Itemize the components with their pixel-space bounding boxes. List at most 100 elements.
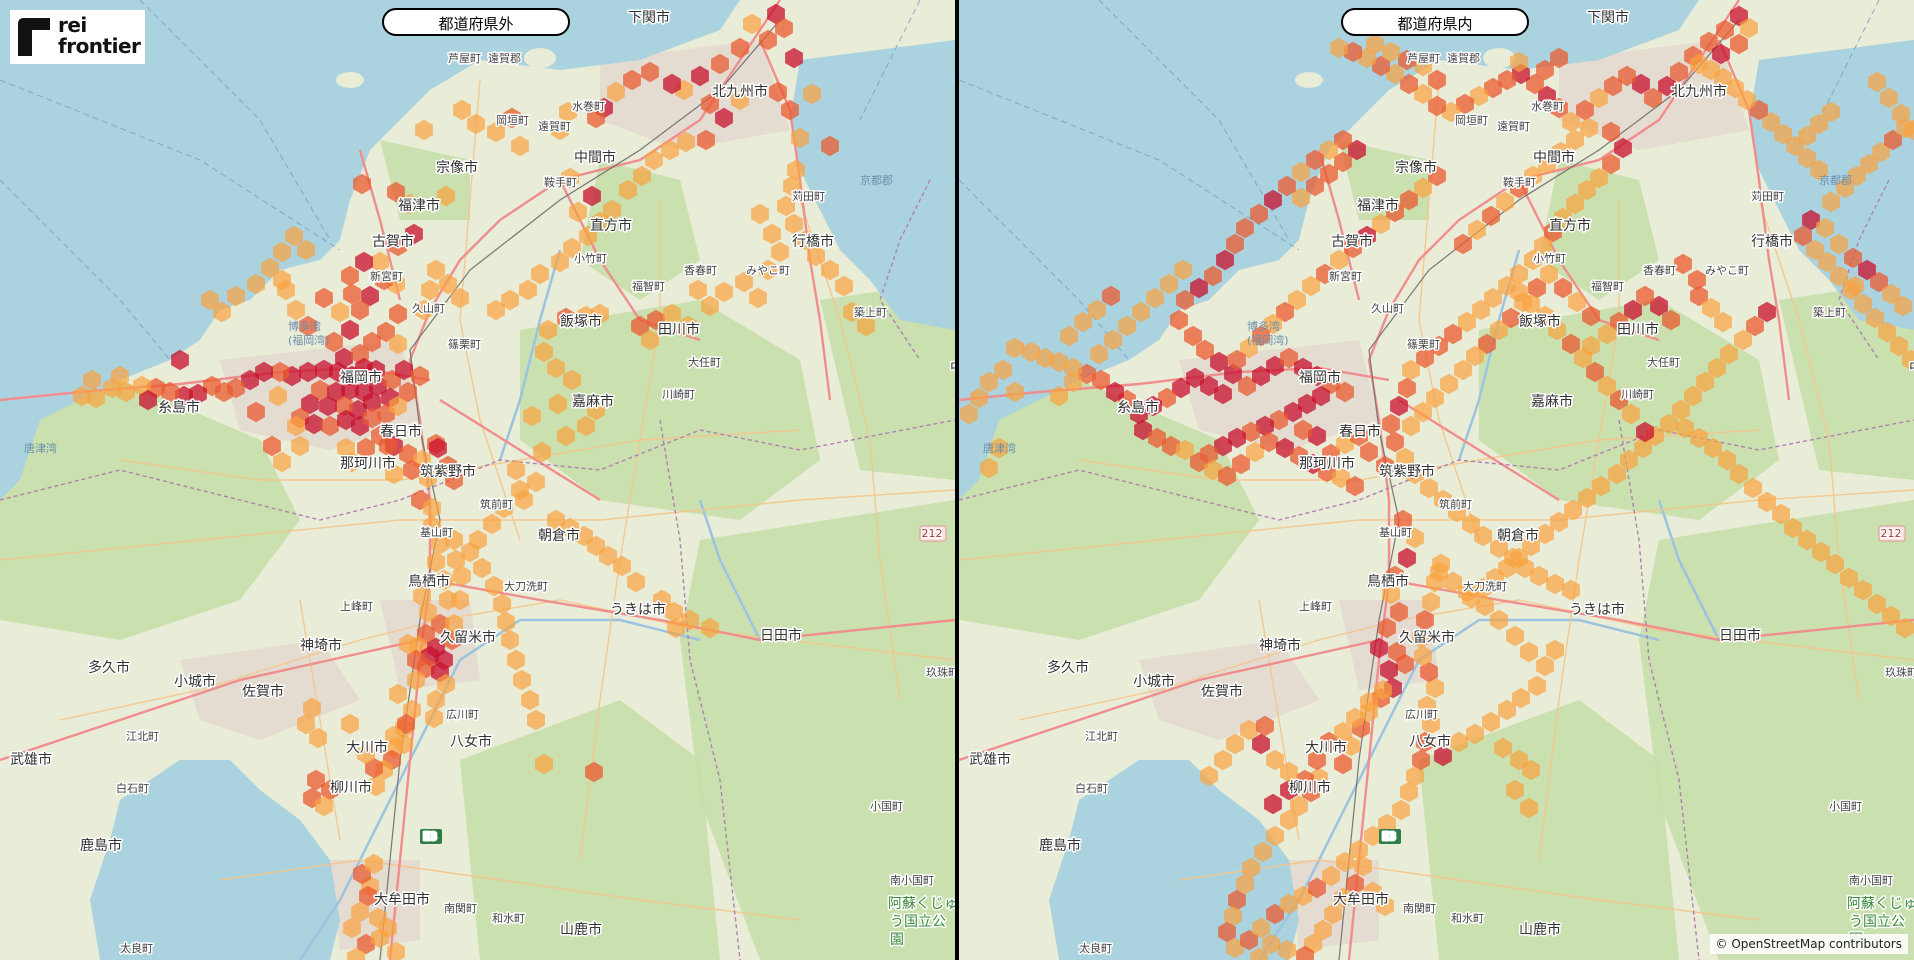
place-label: 南関町	[1403, 902, 1436, 915]
place-label: 岡垣町	[496, 114, 529, 127]
place-label: 水巻町	[1531, 100, 1564, 113]
map-canvas[interactable]: 下関市芦屋町 遠賀郡水巻町 北九州市岡垣町 遠賀町宗像市 中間市京都郡 鞍手町苅田町福津市…	[959, 0, 1914, 960]
place-label: 大任町	[1647, 355, 1680, 369]
place-label: 佐賀市	[242, 683, 284, 700]
place-label: 遠賀町	[538, 120, 571, 133]
place-label: 武雄市	[969, 751, 1011, 768]
place-label: 中間市	[574, 149, 616, 166]
place-label: 大刀洗町	[504, 579, 548, 593]
map-attribution[interactable]: © OpenStreetMap contributors	[1709, 934, 1908, 954]
place-label: 中間市	[1533, 149, 1575, 166]
place-label: 小竹町	[1533, 251, 1566, 265]
place-label: 岡垣町	[1455, 114, 1488, 127]
place-label: 朝倉市	[1497, 527, 1539, 544]
place-label: 阿蘇くじゅ	[888, 896, 955, 912]
place-label: 南小国町	[890, 874, 934, 887]
place-label: 基山町	[1379, 526, 1412, 539]
place-label: 太良町	[120, 941, 153, 955]
place-label: 日田市	[760, 627, 802, 644]
place-label: 鳥栖市	[1367, 573, 1409, 590]
place-label: 嘉麻市	[1531, 393, 1573, 410]
place-label: 玖珠町	[1885, 665, 1914, 679]
place-label: 春日市	[380, 423, 422, 440]
place-label: 筑前町	[480, 497, 513, 511]
place-label: 田川市	[1617, 321, 1659, 338]
place-label: 古賀市	[372, 233, 414, 250]
place-label: 筑紫野市	[1379, 463, 1435, 480]
place-label: 八女市	[1409, 733, 1451, 750]
place-label: 鞍手町	[1503, 175, 1536, 189]
place-label: 築上町	[1813, 305, 1846, 319]
place-label: 新宮町	[1329, 269, 1362, 283]
panel-title: 都道府県内	[1341, 8, 1529, 36]
place-label: 飯塚市	[560, 313, 602, 330]
place-label: 糸島市	[158, 399, 200, 416]
place-label: 太良町	[1079, 941, 1112, 955]
place-label: 芦屋町	[448, 52, 481, 65]
place-label: 小国町	[1829, 800, 1862, 813]
logo-mark-icon	[18, 18, 50, 56]
place-label: 宗像市	[1395, 159, 1437, 176]
place-label: 大任町	[688, 355, 721, 369]
place-label: 大刀洗町	[1463, 579, 1507, 593]
logo-line1: rei	[58, 13, 87, 37]
place-label: 鳥栖市	[408, 573, 450, 590]
place-label: 鹿島市	[1039, 837, 1081, 854]
place-label: 京都郡	[1819, 173, 1852, 187]
place-label: 和水町	[1451, 912, 1484, 925]
place-label: 上峰町	[340, 600, 373, 613]
place-label: 川崎町	[1621, 387, 1654, 401]
island	[1295, 72, 1323, 88]
place-label: 水巻町	[572, 100, 605, 113]
place-label: 那珂川市	[340, 455, 396, 472]
place-label: 香春町	[1643, 264, 1676, 277]
place-label: 那珂川市	[1299, 455, 1355, 472]
place-label: 福津市	[1357, 197, 1399, 214]
place-label: 直方市	[590, 217, 632, 234]
place-label: 多久市	[1047, 659, 1089, 676]
place-label: 柳川市	[330, 779, 372, 796]
place-label: 広川町	[446, 708, 479, 721]
place-label: 飯塚市	[1519, 313, 1561, 330]
place-label: 212	[922, 527, 943, 540]
place-label: うきは市	[1569, 601, 1625, 618]
place-label: 広川町	[1405, 708, 1438, 721]
logo-text: rei frontier	[58, 13, 141, 57]
place-label: 小城市	[1133, 673, 1175, 690]
place-label: うきは市	[610, 601, 666, 618]
place-label: 和水町	[492, 912, 525, 925]
place-label: 直方市	[1549, 217, 1591, 234]
panel-title: 都道府県外	[382, 8, 570, 36]
island	[524, 48, 556, 68]
place-label: 篠栗町	[1407, 337, 1440, 351]
place-label: 行橋市	[1751, 233, 1793, 250]
place-label: E3	[423, 830, 437, 843]
map-canvas[interactable]: 下関市芦屋町 遠賀郡水巻町 北九州市岡垣町 遠賀町宗像市 中間市京都郡 鞍手町苅田町福津市…	[0, 0, 955, 960]
place-label: 唐津湾	[983, 441, 1016, 455]
place-label: 苅田町	[792, 189, 825, 203]
map-panel-outside-prefecture[interactable]: 下関市 芦屋町 遠賀郡 水巻町 北九州市 岡垣町 遠賀町 宗像市 中間市 京都郡 鞍手町 苅田町 福津市…	[0, 0, 955, 960]
place-label: 武雄市	[10, 751, 52, 768]
place-label: 江北町	[126, 730, 159, 743]
place-label: 小城市	[174, 673, 216, 690]
place-label: 福岡市	[1299, 369, 1341, 386]
place-label: 宗像市	[436, 159, 478, 176]
place-label: 白石町	[1075, 781, 1108, 795]
place-label: 苅田町	[1751, 189, 1784, 203]
place-label: 嘉麻市	[572, 393, 614, 410]
map-panel-inside-prefecture[interactable]: 下関市 芦屋町 遠賀郡 水巻町 北九州市 岡垣町 遠賀町 宗像市 中間市 京都郡 鞍手町 苅田町 福津市…	[959, 0, 1914, 960]
place-label: 佐賀市	[1201, 683, 1243, 700]
place-label: 京都郡	[860, 173, 893, 187]
place-label: みやこ町	[1705, 264, 1749, 277]
place-label: (福岡湾)	[288, 333, 330, 347]
place-label: 小国町	[870, 800, 903, 813]
place-label: 篠栗町	[448, 337, 481, 351]
place-label: 春日市	[1339, 423, 1381, 440]
place-label: E3	[1382, 830, 1396, 843]
place-label: 遠賀郡	[1447, 52, 1480, 65]
island	[336, 72, 364, 88]
place-label: 川崎町	[662, 387, 695, 401]
place-label: 福智町	[632, 279, 665, 293]
place-label: 山鹿市	[560, 921, 602, 938]
place-label: 福智町	[1591, 279, 1624, 293]
